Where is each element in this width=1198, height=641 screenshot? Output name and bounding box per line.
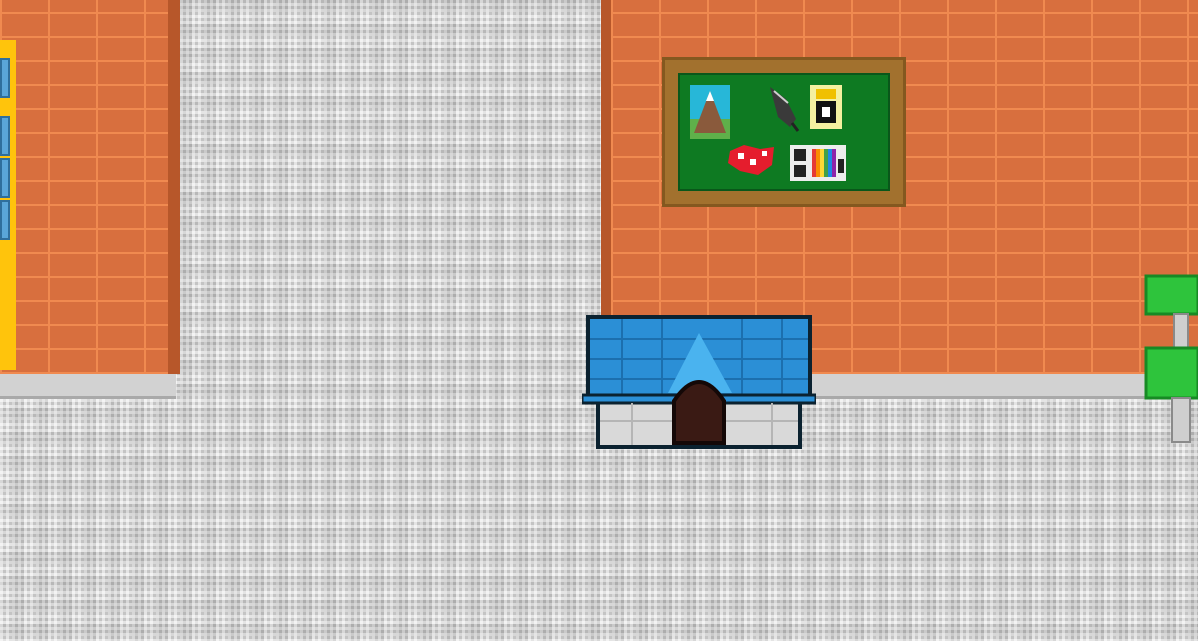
door-window bbox=[0, 58, 10, 98]
green-stool[interactable] bbox=[1144, 274, 1198, 446]
brick-wall-left bbox=[0, 0, 172, 374]
doghouse[interactable] bbox=[582, 313, 816, 455]
doghouse-entrance bbox=[672, 380, 726, 445]
feather-quill[interactable] bbox=[770, 87, 800, 132]
wall-corner-shade-left bbox=[168, 0, 180, 374]
baseboard-left bbox=[0, 374, 176, 399]
door-window bbox=[0, 116, 10, 156]
rainbow-card[interactable] bbox=[790, 145, 846, 181]
door-window bbox=[0, 158, 10, 198]
tower-card[interactable] bbox=[810, 85, 842, 129]
bulletin-board-items bbox=[690, 85, 846, 181]
game-scene bbox=[0, 0, 1198, 641]
red-splotch-note[interactable] bbox=[728, 145, 774, 175]
door-window bbox=[0, 200, 10, 240]
mountain-photo[interactable] bbox=[690, 85, 730, 139]
